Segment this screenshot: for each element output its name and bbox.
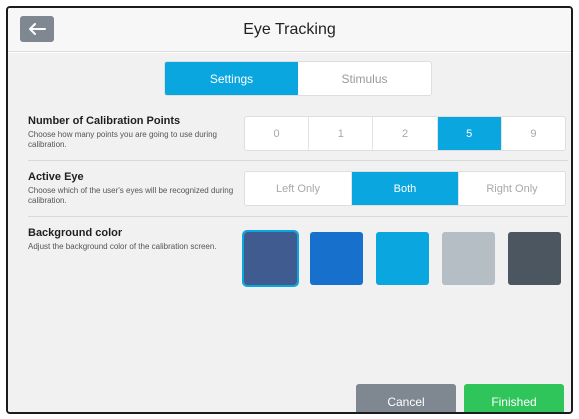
header-bar: Eye Tracking xyxy=(8,8,571,52)
app-window: Eye Tracking Settings Stimulus Number of… xyxy=(6,6,573,414)
tab-bar: Settings Stimulus xyxy=(164,61,432,96)
color-swatch-cyan[interactable] xyxy=(376,232,429,285)
calibration-points-selector: 0 1 2 5 9 xyxy=(244,116,566,151)
eye-option-left-only[interactable]: Left Only xyxy=(245,172,352,205)
page-title: Eye Tracking xyxy=(243,21,336,38)
color-swatch-blue[interactable] xyxy=(310,232,363,285)
calibration-option-5[interactable]: 5 xyxy=(437,117,502,150)
settings-panel: Settings Stimulus Number of Calibration … xyxy=(8,53,571,412)
divider xyxy=(28,216,568,217)
active-eye-description: Choose which of the user's eyes will be … xyxy=(28,186,234,205)
calibration-option-9[interactable]: 9 xyxy=(502,117,565,150)
tab-stimulus[interactable]: Stimulus xyxy=(298,62,431,95)
color-swatch-group xyxy=(242,230,561,287)
cancel-button[interactable]: Cancel xyxy=(356,384,456,412)
calibration-points-description: Choose how many points you are going to … xyxy=(28,130,218,149)
tab-settings[interactable]: Settings xyxy=(165,62,298,95)
divider xyxy=(28,160,568,161)
back-button[interactable] xyxy=(20,16,54,42)
finished-button[interactable]: Finished xyxy=(464,384,564,412)
eye-option-both[interactable]: Both xyxy=(352,172,459,205)
calibration-option-2[interactable]: 2 xyxy=(373,117,438,150)
color-swatch-light-gray[interactable] xyxy=(442,232,495,285)
eye-option-right-only[interactable]: Right Only xyxy=(459,172,565,205)
calibration-option-0[interactable]: 0 xyxy=(245,117,310,150)
color-swatch-navy[interactable] xyxy=(242,230,299,287)
active-eye-selector: Left Only Both Right Only xyxy=(244,171,566,206)
calibration-option-1[interactable]: 1 xyxy=(309,117,374,150)
color-swatch-dark-gray[interactable] xyxy=(508,232,561,285)
arrow-left-icon xyxy=(29,23,46,35)
background-color-description: Adjust the background color of the calib… xyxy=(28,242,217,251)
